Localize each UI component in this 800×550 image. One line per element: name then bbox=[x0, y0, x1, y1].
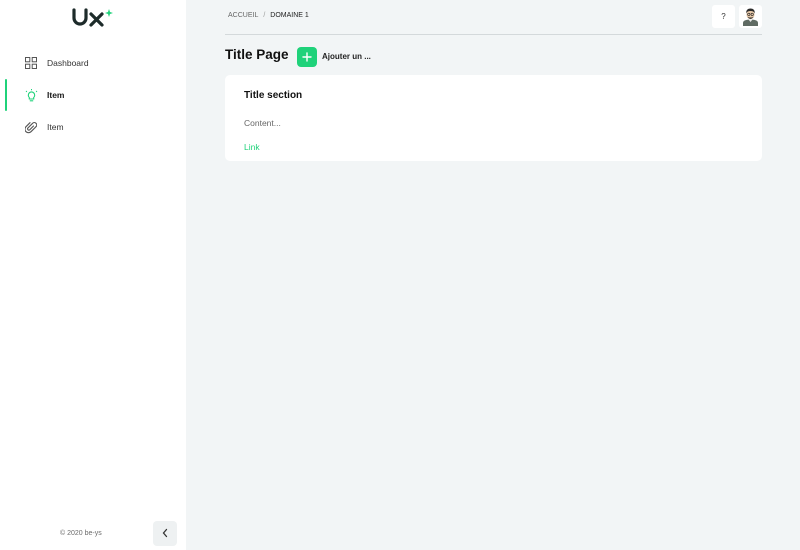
page-title: Title Page bbox=[225, 47, 289, 62]
sidebar-item-label: Item bbox=[47, 122, 64, 132]
header-divider bbox=[225, 34, 762, 35]
section-title: Title section bbox=[244, 90, 303, 101]
user-avatar-icon[interactable] bbox=[739, 5, 762, 28]
collapse-sidebar-button[interactable] bbox=[153, 521, 177, 546]
lightbulb-icon bbox=[24, 88, 38, 102]
add-button-label: Ajouter un ... bbox=[322, 52, 371, 61]
section-content: Content... bbox=[244, 118, 281, 128]
sidebar-nav: Dashboard Item Item bbox=[0, 47, 186, 143]
sidebar-item-item[interactable]: Item bbox=[0, 111, 186, 143]
add-button[interactable]: Ajouter un ... bbox=[297, 46, 371, 67]
paperclip-icon bbox=[24, 120, 38, 134]
sidebar-item-dashboard[interactable]: Dashboard bbox=[0, 47, 186, 79]
help-button[interactable]: ? bbox=[712, 5, 735, 28]
section-link[interactable]: Link bbox=[244, 142, 260, 152]
sidebar-item-item-active[interactable]: Item bbox=[0, 79, 186, 111]
sidebar-item-label: Dashboard bbox=[47, 58, 89, 68]
chevron-left-icon bbox=[161, 525, 169, 543]
breadcrumb: ACCUEIL / DOMAINE 1 bbox=[228, 12, 309, 19]
copyright-text: © 2020 be-ys bbox=[60, 530, 102, 537]
plus-icon bbox=[297, 46, 317, 67]
sidebar: Dashboard Item Item © 2020 be-ys bbox=[0, 0, 186, 550]
ux-logo[interactable] bbox=[71, 5, 117, 29]
breadcrumb-item-current: DOMAINE 1 bbox=[270, 12, 309, 19]
sidebar-item-label: Item bbox=[47, 90, 65, 100]
grid-icon bbox=[24, 56, 38, 70]
breadcrumb-separator: / bbox=[263, 12, 266, 19]
breadcrumb-item-accueil[interactable]: ACCUEIL bbox=[228, 12, 258, 19]
content-card: Title section Content... Link bbox=[225, 75, 762, 161]
